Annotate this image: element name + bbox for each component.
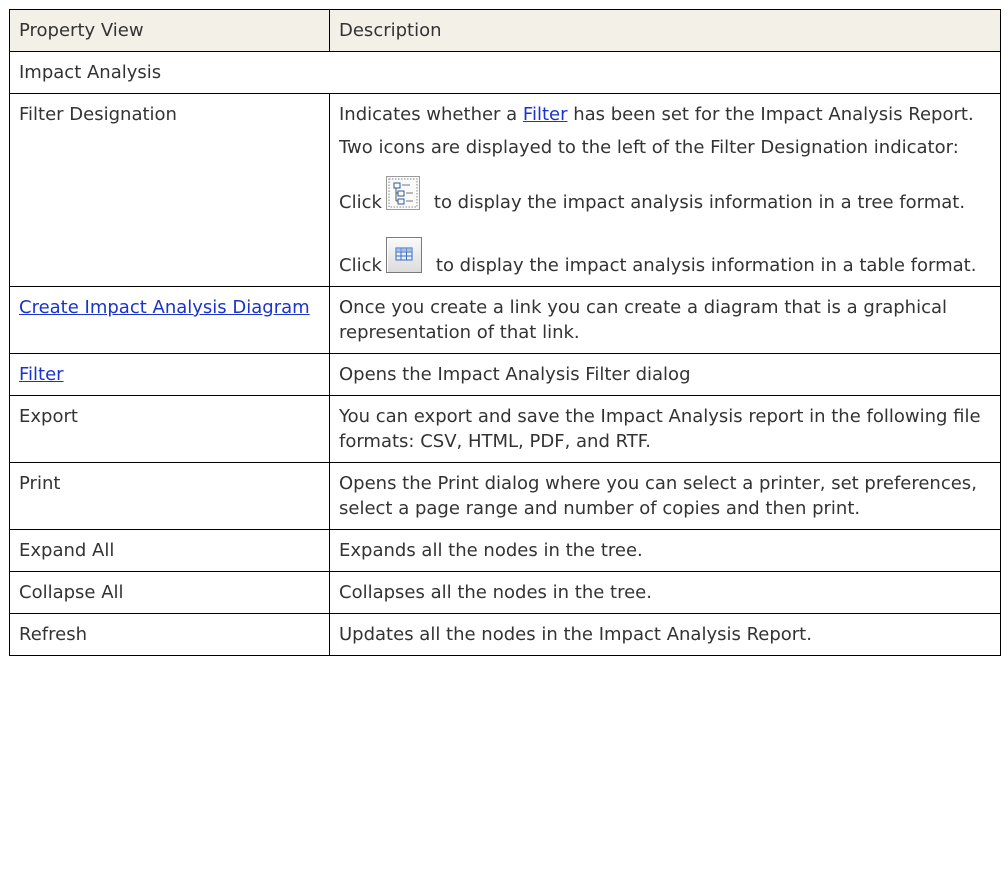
property-expand-all: Expand All [9,529,330,572]
header-row: Property View Description [9,9,1001,52]
section-title-impact-analysis: Impact Analysis [9,51,1001,94]
table-row: Expand All Expands all the nodes in the … [9,529,1001,572]
table-row: Refresh Updates all the nodes in the Imp… [9,613,1001,656]
column-header-property-view: Property View [9,9,330,52]
table-row: Export You can export and save the Impac… [9,395,1001,463]
property-collapse-all: Collapse All [9,571,330,614]
table-format-instruction: Click to display the impact analysis inf… [339,237,991,278]
property-export: Export [9,395,330,463]
description-refresh: Updates all the nodes in the Impact Anal… [329,613,1001,656]
table-row: Print Opens the Print dialog where you c… [9,462,1001,530]
table-row: Create Impact Analysis Diagram Once you … [9,286,1001,354]
property-filter: Filter [9,353,330,396]
table-view-icon[interactable] [385,237,422,273]
tree-format-instruction: Click to display the impact analysis inf… [339,176,991,215]
description-export: You can export and save the Impact Analy… [329,395,1001,463]
table-row: Filter Opens the Impact Analysis Filter … [9,353,1001,396]
section-row: Impact Analysis [9,51,1001,94]
property-print: Print [9,462,330,530]
tree-view-icon[interactable] [385,176,420,210]
column-header-description: Description [329,9,1001,52]
property-view-table: Property View Description Impact Analysi… [9,9,1001,656]
description-filter-designation: Indicates whether a Filter has been set … [329,93,1001,287]
description-collapse-all: Collapses all the nodes in the tree. [329,571,1001,614]
description-print: Opens the Print dialog where you can sel… [329,462,1001,530]
table-row: Filter Designation Indicates whether a F… [9,93,1001,287]
description-filter: Opens the Impact Analysis Filter dialog [329,353,1001,396]
filter-property-link[interactable]: Filter [19,364,64,385]
filter-designation-desc-1: Indicates whether a Filter has been set … [339,104,974,125]
filter-designation-desc-2: Two icons are displayed to the left of t… [339,137,959,158]
property-filter-designation: Filter Designation [9,93,330,287]
property-refresh: Refresh [9,613,330,656]
description-expand-all: Expands all the nodes in the tree. [329,529,1001,572]
create-impact-analysis-diagram-link[interactable]: Create Impact Analysis Diagram [19,297,310,318]
filter-link[interactable]: Filter [523,104,568,125]
description-create-impact-analysis-diagram: Once you create a link you can create a … [329,286,1001,354]
property-create-impact-analysis-diagram: Create Impact Analysis Diagram [9,286,330,354]
table-row: Collapse All Collapses all the nodes in … [9,571,1001,614]
